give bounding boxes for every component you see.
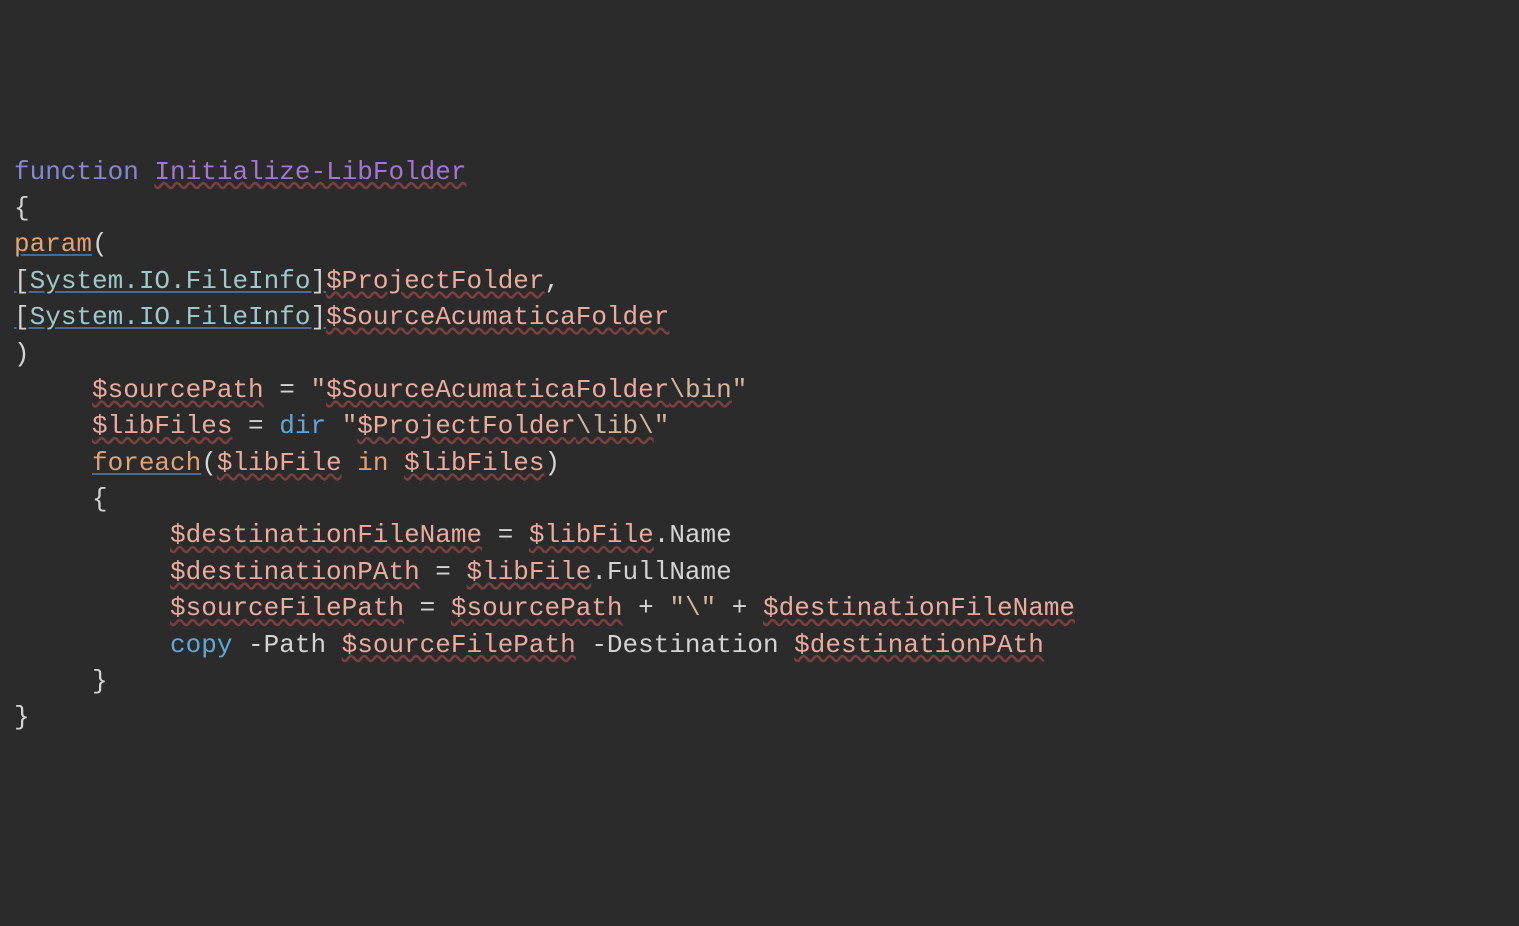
variable-libfile: $libFile [466, 557, 591, 587]
variable-libfiles: $libFiles [404, 448, 544, 478]
command-dir: dir [279, 411, 326, 441]
variable-destinationpath: $destinationPAth [170, 557, 420, 587]
keyword-param: param [14, 229, 92, 259]
code-line: $sourceFilePath = $sourcePath + "\" + $d… [14, 593, 1075, 623]
property-name: Name [669, 520, 731, 550]
variable-libfile: $libFile [529, 520, 654, 550]
string-quote: " [732, 375, 748, 405]
variable-destinationfilename: $destinationFileName [763, 593, 1075, 623]
variable-sourcefilepath: $sourceFilePath [342, 630, 576, 660]
variable-sourceacumaticafolder: $SourceAcumaticaFolder [326, 302, 669, 332]
variable-in-string: $SourceAcumaticaFolder [326, 375, 669, 405]
code-line: } [14, 702, 30, 732]
comma: , [545, 266, 561, 296]
dot: . [591, 557, 607, 587]
variable-libfile: $libFile [217, 448, 342, 478]
code-line: copy -Path $sourceFilePath -Destination … [14, 630, 1044, 660]
code-line: { [14, 484, 108, 514]
brace-close: } [92, 666, 108, 696]
space [139, 157, 155, 187]
indent [14, 448, 92, 478]
code-line: $destinationFileName = $libFile.Name [14, 520, 732, 550]
brace-open: { [14, 193, 30, 223]
space [326, 411, 342, 441]
variable-destinationpath: $destinationPAth [794, 630, 1044, 660]
param-destination: -Destination [576, 630, 794, 660]
variable-projectfolder: $ProjectFolder [326, 266, 544, 296]
variable-sourcefilepath: $sourceFilePath [170, 593, 404, 623]
keyword-in: in [342, 448, 404, 478]
type-name: System.IO.FileInfo [30, 266, 311, 296]
brace-open: { [92, 484, 108, 514]
code-line: function Initialize-LibFolder [14, 157, 467, 187]
bracket-open: [ [14, 266, 30, 296]
code-line: } [14, 666, 108, 696]
code-line: $sourcePath = "$SourceAcumaticaFolder\bi… [14, 375, 747, 405]
type-name: System.IO.FileInfo [30, 302, 311, 332]
operator-plus: + [623, 593, 670, 623]
operator-assign: = [404, 593, 451, 623]
code-line: $libFiles = dir "$ProjectFolder\lib\" [14, 411, 669, 441]
string-quote: " [669, 593, 685, 623]
operator-assign: = [482, 520, 529, 550]
string-backslash: \ [685, 593, 701, 623]
bracket-close: ] [310, 302, 326, 332]
indent [14, 375, 92, 405]
property-fullname: FullName [607, 557, 732, 587]
paren-close: ) [14, 339, 30, 369]
operator-assign: = [232, 411, 279, 441]
indent [14, 557, 170, 587]
string-quote: " [654, 411, 670, 441]
code-line: [System.IO.FileInfo]$SourceAcumaticaFold… [14, 302, 669, 332]
variable-libfiles: $libFiles [92, 411, 232, 441]
operator-assign: = [264, 375, 311, 405]
indent [14, 666, 92, 696]
code-editor[interactable]: function Initialize-LibFolder { param( [… [14, 154, 1505, 736]
string-quote: " [701, 593, 717, 623]
string-content: \bin [669, 375, 731, 405]
operator-assign: = [420, 557, 467, 587]
operator-plus: + [716, 593, 763, 623]
keyword-function: function [14, 157, 139, 187]
string-quote: " [342, 411, 358, 441]
paren-open: ( [201, 448, 217, 478]
code-line: [System.IO.FileInfo]$ProjectFolder, [14, 266, 560, 296]
code-line: ) [14, 339, 30, 369]
code-line: foreach($libFile in $libFiles) [14, 448, 560, 478]
paren-open: ( [92, 229, 108, 259]
variable-in-string: $ProjectFolder [357, 411, 575, 441]
indent [14, 411, 92, 441]
string-quote: " [310, 375, 326, 405]
variable-sourcepath: $sourcePath [92, 375, 264, 405]
param-path: -Path [232, 630, 341, 660]
indent [14, 630, 170, 660]
brace-close: } [14, 702, 30, 732]
variable-destinationfilename: $destinationFileName [170, 520, 482, 550]
code-line: $destinationPAth = $libFile.FullName [14, 557, 732, 587]
code-line: param( [14, 229, 108, 259]
dot: . [654, 520, 670, 550]
variable-sourcepath: $sourcePath [451, 593, 623, 623]
indent [14, 484, 92, 514]
string-content: \lib\ [576, 411, 654, 441]
indent [14, 520, 170, 550]
keyword-foreach: foreach [92, 448, 201, 478]
indent [14, 593, 170, 623]
function-name: Initialize-LibFolder [154, 157, 466, 187]
bracket-open: [ [14, 302, 30, 332]
paren-close: ) [545, 448, 561, 478]
bracket-close: ] [310, 266, 326, 296]
command-copy: copy [170, 630, 232, 660]
code-line: { [14, 193, 30, 223]
